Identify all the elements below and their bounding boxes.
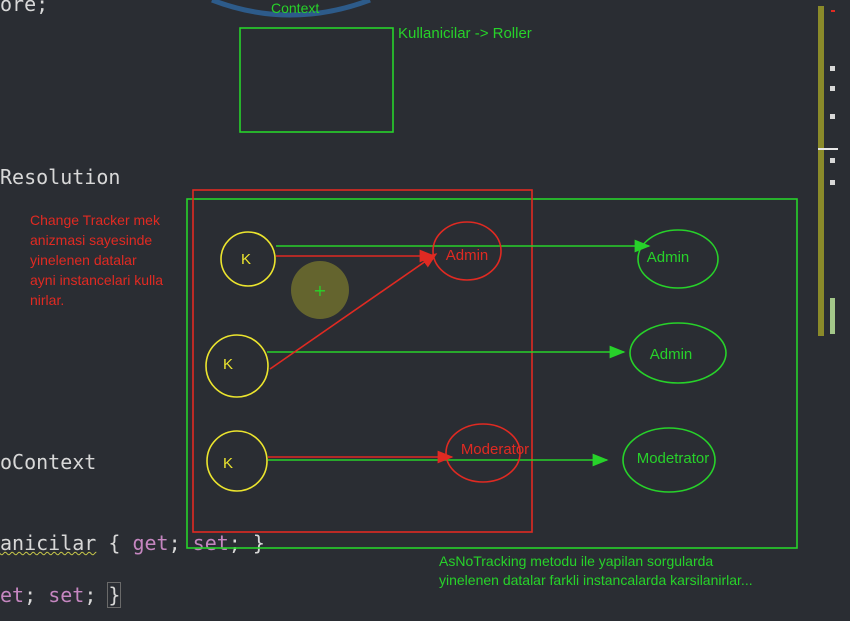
- change-tracker-note-line: ayni instancelari kulla: [30, 272, 163, 288]
- k-node: [206, 430, 268, 492]
- change-tracker-note-line: nirlar.: [30, 292, 64, 308]
- annotation-canvas: Context Kullanicilar -> Roller Change Tr…: [30, 0, 798, 588]
- minimap-marker: [830, 158, 835, 163]
- minimap-marker: [830, 114, 835, 119]
- asnotracking-note: AsNoTracking metodu ile yapilan sorgular…: [439, 553, 753, 588]
- asnotracking-note-line: AsNoTracking metodu ile yapilan sorgular…: [439, 553, 713, 569]
- context-label: Context: [271, 0, 319, 16]
- relation-label: Kullanicilar -> Roller: [398, 25, 532, 42]
- change-tracker-note-line: yinelenen datalar: [30, 252, 137, 268]
- red-role-label: Admin: [446, 247, 489, 264]
- context-box: [239, 27, 394, 133]
- minimap-marker: [830, 298, 835, 334]
- minimap-markers: [830, 8, 838, 338]
- minimap-marker: [830, 180, 835, 185]
- minimap-marker: [830, 66, 835, 71]
- green-role-label: Admin: [650, 346, 693, 363]
- green-role-label: Admin: [647, 249, 690, 266]
- k-node: [205, 334, 269, 398]
- change-tracker-note-line: anizmasi sayesinde: [30, 232, 152, 248]
- minimap-marker: [831, 10, 835, 12]
- cursor-plus-icon: +: [313, 281, 326, 300]
- asnotracking-note-line: yinelenen datalar farkli instancalarda k…: [439, 572, 753, 588]
- change-tracker-note-line: Change Tracker mek: [30, 212, 161, 228]
- green-role-label: Modetrator: [637, 450, 710, 467]
- minimap-marker: [830, 86, 835, 91]
- k-node-label: K: [223, 455, 233, 472]
- change-tracker-box: [192, 189, 533, 533]
- k-node-label: K: [223, 356, 233, 373]
- change-tracker-note: Change Tracker mek anizmasi sayesinde yi…: [30, 212, 167, 308]
- red-role-label: Moderator: [461, 441, 529, 458]
- editor-scrollbar[interactable]: [818, 6, 824, 336]
- k-node-label: K: [241, 251, 251, 268]
- asnotracking-box: [186, 198, 798, 549]
